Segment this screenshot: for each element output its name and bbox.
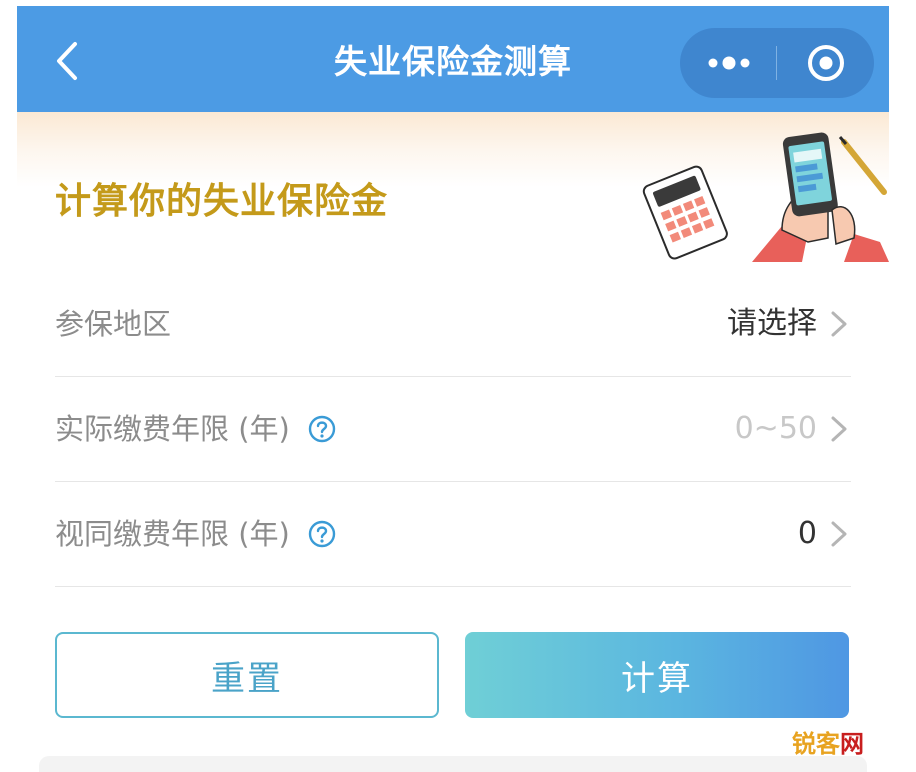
insured-region-row[interactable]: 参保地区 请选择 — [55, 272, 851, 377]
actual-payment-years-label: 实际缴费年限 (年) — [55, 412, 290, 446]
question-circle-icon[interactable] — [308, 415, 336, 443]
mini-program-capsule — [680, 28, 874, 98]
result-card-edge — [39, 756, 867, 772]
header-banner: 计算你的失业保险金 — [17, 112, 889, 272]
chevron-right-icon — [831, 311, 847, 337]
watermark-part2: 网 — [840, 730, 864, 758]
deemed-payment-years-label: 视同缴费年限 (年) — [55, 517, 290, 551]
reset-button[interactable]: 重置 — [55, 632, 439, 718]
deemed-payment-years-value: 0 — [797, 516, 817, 551]
phone-screen: 失业保险金测算 计算你的失业保险金 参保地区 请选择 实际缴费年限 (年) 0~… — [17, 6, 889, 772]
more-dots-icon — [708, 56, 749, 70]
banner-title: 计算你的失业保险金 — [55, 181, 389, 222]
insured-region-label: 参保地区 — [55, 307, 172, 341]
actual-payment-years-row[interactable]: 实际缴费年限 (年) 0~50 — [55, 377, 851, 482]
deemed-payment-years-label-wrap: 视同缴费年限 (年) — [55, 482, 336, 586]
site-watermark: 锐客网 — [792, 724, 864, 760]
navigation-bar: 失业保险金测算 — [17, 6, 889, 112]
action-buttons: 重置 计算 — [55, 632, 851, 718]
actual-payment-years-label-wrap: 实际缴费年限 (年) — [55, 377, 336, 481]
calculator-phone-illustration — [642, 132, 889, 262]
chevron-right-icon — [831, 416, 847, 442]
question-circle-icon[interactable] — [308, 520, 336, 548]
back-button[interactable] — [45, 36, 89, 86]
target-circle-icon — [807, 45, 844, 81]
calculation-form: 参保地区 请选择 实际缴费年限 (年) 0~50 视同缴费年限 (年) 0 — [55, 272, 851, 587]
more-button[interactable] — [680, 28, 777, 98]
close-mini-program-button[interactable] — [777, 28, 874, 98]
insured-region-value: 请选择 — [727, 306, 817, 341]
calculate-button[interactable]: 计算 — [465, 632, 849, 718]
watermark-part1: 锐客 — [792, 730, 840, 758]
chevron-left-icon — [57, 42, 77, 80]
deemed-payment-years-row[interactable]: 视同缴费年限 (年) 0 — [55, 482, 851, 587]
actual-payment-years-input: 0~50 — [734, 411, 817, 446]
chevron-right-icon — [831, 521, 847, 547]
